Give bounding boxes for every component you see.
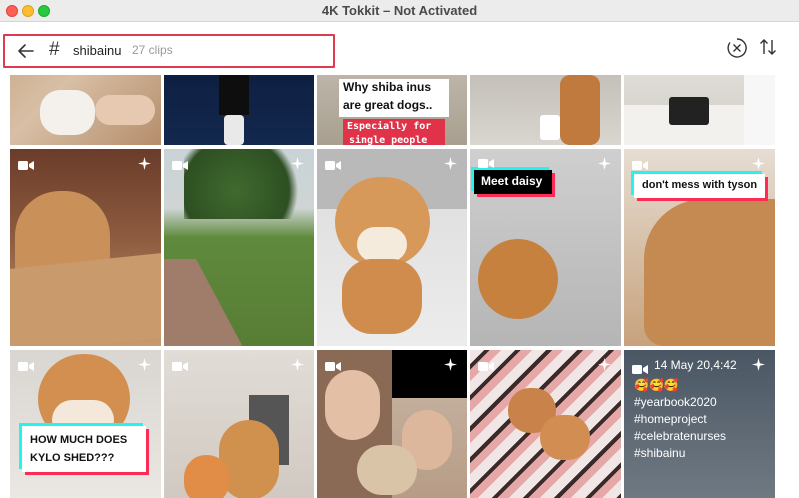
caption-text: are great dogs.. — [343, 98, 433, 112]
clip-count: 27 clips — [132, 43, 173, 57]
toolbar: # shibainu 27 clips — [0, 22, 799, 75]
clip-tile[interactable]: HOW MUCH DOES KYLO SHED??? — [10, 350, 161, 498]
sparkle-icon — [444, 358, 457, 371]
shiba-puppy-body — [342, 259, 422, 334]
back-button[interactable] — [15, 40, 37, 62]
video-camera-icon — [325, 161, 341, 170]
clip-tile[interactable] — [624, 75, 775, 145]
video-camera-icon — [325, 362, 341, 371]
shiba-puppy — [478, 239, 558, 319]
sort-arrows-icon — [760, 39, 776, 55]
hash-icon: # — [49, 39, 60, 60]
clip-hashtag[interactable]: #yearbook2020 — [634, 394, 726, 411]
clip-tile[interactable] — [317, 350, 467, 498]
clip-hashtag[interactable]: #shibainu — [634, 445, 726, 462]
clip-hashtag[interactable]: #celebratenurses — [634, 428, 726, 445]
clip-tile[interactable] — [10, 149, 161, 346]
sneakers — [224, 115, 244, 145]
clip-tile[interactable] — [164, 149, 314, 346]
clip-tile[interactable]: Meet daisy — [470, 149, 621, 346]
caption-text: single people — [349, 135, 428, 145]
sparkle-icon — [291, 358, 304, 371]
sparkle-icon — [138, 358, 151, 371]
puppy — [357, 445, 417, 495]
clip-hashtag[interactable]: #homeproject — [634, 411, 726, 428]
sparkle-icon — [598, 157, 611, 170]
caption-text: Especially for — [347, 121, 432, 132]
circle-x-icon — [727, 38, 747, 58]
clip-tile[interactable] — [317, 149, 467, 346]
video-camera-icon — [18, 362, 34, 371]
sparkle-icon — [752, 358, 765, 371]
sparkle-icon — [291, 157, 304, 170]
brick-path — [164, 259, 244, 346]
plush-toy — [184, 455, 229, 498]
caption-text: Meet daisy — [481, 174, 543, 188]
clip-tile[interactable]: Why shiba inus are great dogs.. Especial… — [317, 75, 467, 145]
video-camera-icon — [18, 161, 34, 170]
clip-tile[interactable] — [470, 350, 621, 498]
clips-grid: Why shiba inus are great dogs.. Especial… — [0, 75, 799, 498]
dog-paw — [40, 90, 95, 135]
sparkle-icon — [444, 157, 457, 170]
video-camera-icon — [632, 161, 648, 170]
clip-date: 14 May 20,4:42 — [654, 358, 737, 372]
hashtag-search-box[interactable]: # shibainu 27 clips — [3, 34, 335, 68]
title-bar: 4K Tokkit – Not Activated — [0, 0, 799, 22]
arrow-left-icon — [18, 44, 34, 58]
caption-text: KYLO SHED??? — [30, 452, 115, 464]
sparkle-icon — [598, 358, 611, 371]
caption-text: Why shiba inus — [343, 80, 432, 94]
wooden-table — [10, 253, 161, 346]
sparkle-icon — [138, 157, 151, 170]
hand — [95, 95, 155, 125]
clip-tile[interactable] — [164, 350, 314, 498]
dog-leg — [560, 75, 600, 145]
person-face — [325, 370, 380, 440]
person-legs — [219, 75, 249, 115]
shiba-dog — [540, 415, 590, 460]
video-camera-icon — [478, 362, 494, 371]
sparkle-icon — [752, 157, 765, 170]
video-camera-icon — [478, 159, 494, 168]
clip-tile[interactable] — [470, 75, 621, 145]
clip-tile[interactable] — [164, 75, 314, 145]
shiba-closeup — [644, 199, 775, 346]
caption-text: don't mess with tyson — [642, 179, 758, 191]
video-camera-icon — [172, 362, 188, 371]
clip-tile[interactable]: 14 May 20,4:42 🥰🥰🥰 #yearbook2020 #homepr… — [624, 350, 775, 498]
video-camera-icon — [172, 161, 188, 170]
dark-box — [669, 97, 709, 125]
clip-emojis: 🥰🥰🥰 — [634, 378, 679, 392]
clear-search-button[interactable] — [726, 37, 748, 59]
caption-text: HOW MUCH DOES — [30, 434, 128, 446]
hashtag-text: shibainu — [73, 43, 122, 58]
clip-tile[interactable]: don't mess with tyson — [624, 149, 775, 346]
clip-tile[interactable] — [10, 75, 161, 145]
window-title: 4K Tokkit – Not Activated — [321, 3, 478, 18]
sort-button[interactable] — [757, 36, 779, 58]
video-camera-icon — [632, 365, 648, 374]
